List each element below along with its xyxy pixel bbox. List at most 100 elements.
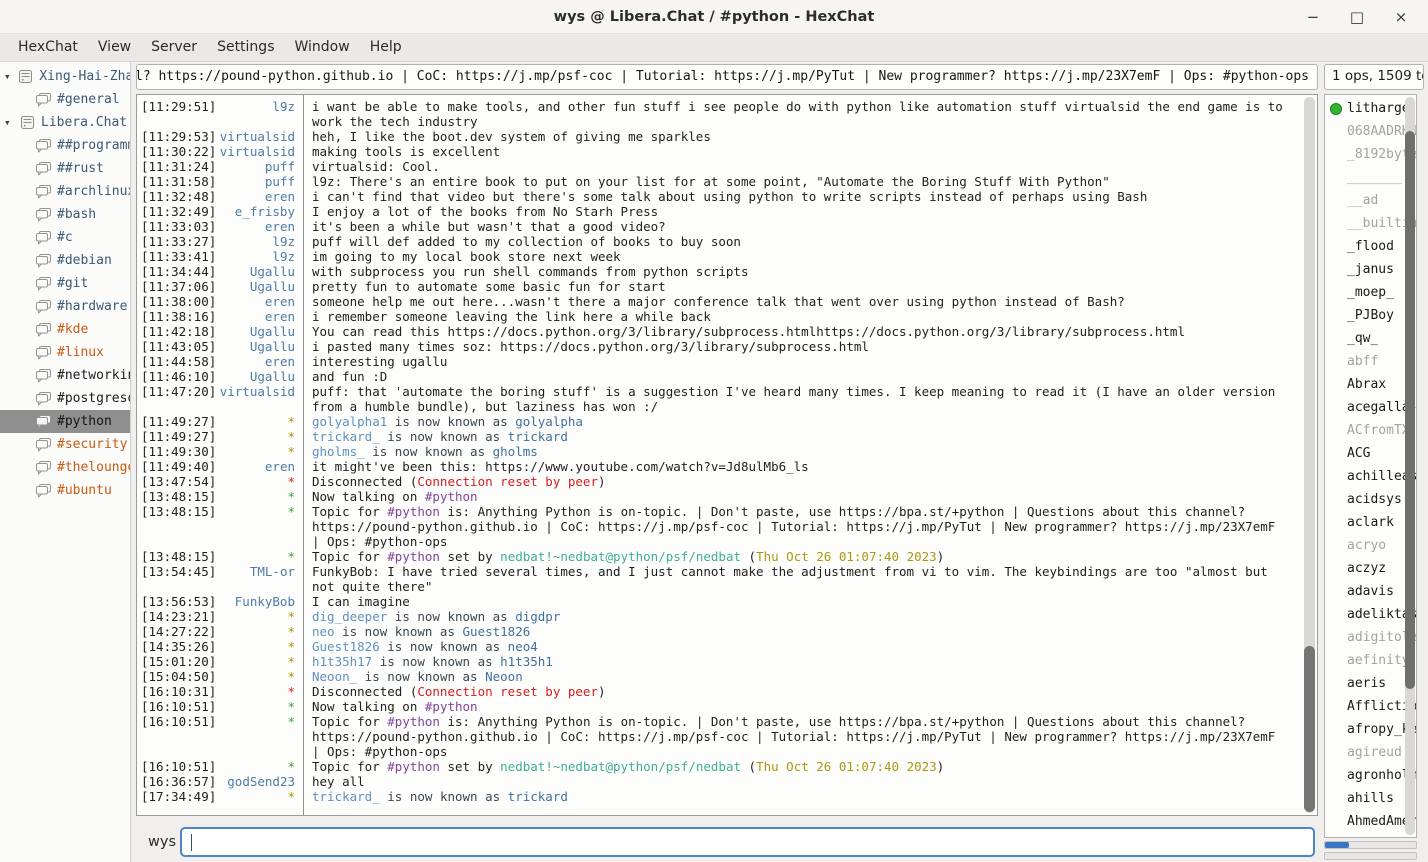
minimize-icon[interactable]: − — [1298, 8, 1328, 26]
tree-server-xing-hai-zhan[interactable]: ▾Xing-Hai-Zhan — [0, 65, 130, 88]
tree-channel--programming[interactable]: ##programming — [0, 134, 130, 157]
message-text: i want be able to make tools, and other … — [303, 99, 1299, 129]
user-list-item[interactable]: aeris — [1325, 672, 1416, 695]
tree-channel--thelounge[interactable]: #thelounge — [0, 456, 130, 479]
text-caret — [191, 834, 192, 851]
message-text: it's been a while but wasn't that a good… — [303, 219, 1299, 234]
tree-channel--python[interactable]: #python — [0, 410, 130, 433]
user-list-item[interactable]: adavis — [1325, 580, 1416, 603]
tree-channel--bash[interactable]: #bash — [0, 203, 130, 226]
close-icon[interactable]: × — [1386, 8, 1416, 26]
nickname: virtualsid — [219, 384, 303, 414]
user-list-item[interactable]: AhmedAmer — [1325, 810, 1416, 833]
timestamp: [11:37:06] — [141, 279, 219, 294]
chat-line: [11:32:48]ereni can't find that video bu… — [141, 189, 1299, 204]
user-list-item[interactable]: acidsys — [1325, 488, 1416, 511]
menu-window[interactable]: Window — [284, 34, 359, 61]
user-list-item[interactable]: litharge — [1325, 97, 1416, 120]
user-list-item[interactable]: Abrax — [1325, 373, 1416, 396]
tree-label: #archlinux — [57, 184, 130, 199]
user-list-item[interactable]: agronholm — [1325, 764, 1416, 787]
user-list-item[interactable]: _______ — [1325, 166, 1416, 189]
message-text: pretty fun to automate some basic fun fo… — [303, 279, 1299, 294]
message-text: l9z: There's an entire book to put on yo… — [303, 174, 1299, 189]
menu-settings[interactable]: Settings — [207, 34, 284, 61]
user-list-item[interactable]: adigitole — [1325, 626, 1416, 649]
tree-channel--kde[interactable]: #kde — [0, 318, 130, 341]
user-list-item[interactable]: agireud — [1325, 741, 1416, 764]
user-list-item[interactable]: _PJBoy — [1325, 304, 1416, 327]
message-text: Now talking on #python — [303, 489, 1299, 504]
tree-label: #kde — [57, 322, 88, 337]
nickname: TML-or — [219, 564, 303, 594]
expander-icon[interactable]: ▾ — [4, 116, 19, 129]
tree-label: #general — [57, 92, 120, 107]
user-list-item[interactable]: _janus — [1325, 258, 1416, 281]
menu-server[interactable]: Server — [141, 34, 207, 61]
maximize-icon[interactable]: □ — [1342, 8, 1372, 26]
chat-line: [11:38:16]ereni remember someone leaving… — [141, 309, 1299, 324]
chat-lines: [11:29:51]l9zi want be able to make tool… — [141, 99, 1299, 804]
user-list-item[interactable]: ACfromTX — [1325, 419, 1416, 442]
menu-help[interactable]: Help — [360, 34, 412, 61]
nickname: l9z — [219, 234, 303, 249]
user-list-item[interactable]: aczyz — [1325, 557, 1416, 580]
channel-icon — [35, 299, 52, 314]
user-list-item[interactable]: _8192byte — [1325, 143, 1416, 166]
chat-scrollbar-thumb[interactable] — [1304, 646, 1315, 812]
user-list-item[interactable]: afropy_ke — [1325, 718, 1416, 741]
timestamp: [11:32:48] — [141, 189, 219, 204]
user-list-item[interactable]: __ad — [1325, 189, 1416, 212]
tree-channel--archlinux[interactable]: #archlinux — [0, 180, 130, 203]
topic-bar[interactable]: about this channel? https://pound-python… — [136, 64, 1318, 90]
tree-channel--debian[interactable]: #debian — [0, 249, 130, 272]
nickname: eren — [219, 219, 303, 234]
chat-line: [11:43:05]Ugallui pasted many times soz:… — [141, 339, 1299, 354]
user-nick: aefinity — [1347, 653, 1410, 668]
tree-server-libera-chat[interactable]: ▾Libera.Chat — [0, 111, 130, 134]
expander-icon[interactable]: ▾ — [4, 70, 17, 83]
user-list-item[interactable]: aefinity — [1325, 649, 1416, 672]
tree-channel--networking[interactable]: #networking — [0, 364, 130, 387]
event-star: * — [219, 414, 303, 429]
tree-channel--postgresql[interactable]: #postgresql — [0, 387, 130, 410]
channel-icon — [35, 207, 52, 222]
user-list-item[interactable]: 068AADRKN — [1325, 120, 1416, 143]
user-list-item[interactable]: _flood — [1325, 235, 1416, 258]
user-list-item[interactable]: acegalla- — [1325, 396, 1416, 419]
timestamp: [11:32:49] — [141, 204, 219, 219]
timestamp: [11:34:44] — [141, 264, 219, 279]
tree-channel--c[interactable]: #c — [0, 226, 130, 249]
tree-channel--rust[interactable]: ##rust — [0, 157, 130, 180]
message-text: Topic for #python set by nedbat!~nedbat@… — [303, 549, 1299, 564]
timestamp: [17:34:49] — [141, 789, 219, 804]
user-list-item[interactable]: aclark — [1325, 511, 1416, 534]
chat-line: [11:33:41]l9zim going to my local book s… — [141, 249, 1299, 264]
user-list-item[interactable]: ACG — [1325, 442, 1416, 465]
server-channel-tree: ▾Xing-Hai-Zhan #general ▾Libera.Chat##prog… — [0, 62, 131, 862]
tree-channel--ubuntu[interactable]: #ubuntu — [0, 479, 130, 502]
message-input[interactable] — [180, 827, 1315, 857]
tree-channel--general[interactable]: #general — [0, 88, 130, 111]
user-list-item[interactable]: achilleas — [1325, 465, 1416, 488]
menu-view[interactable]: View — [88, 34, 141, 61]
userlist-scrollbar-thumb[interactable] — [1405, 131, 1415, 689]
user-list-item[interactable]: _qw_ — [1325, 327, 1416, 350]
timestamp: [14:35:26] — [141, 639, 219, 654]
user-list-item[interactable]: adeliktas — [1325, 603, 1416, 626]
user-list-item[interactable]: abff — [1325, 350, 1416, 373]
user-list-item[interactable]: Afflictio — [1325, 695, 1416, 718]
user-list-item[interactable]: __builtin — [1325, 212, 1416, 235]
timestamp: [11:31:24] — [141, 159, 219, 174]
op-status-icon — [1330, 103, 1342, 115]
tree-channel--git[interactable]: #git — [0, 272, 130, 295]
chat-line: [11:33:03]erenit's been a while but wasn… — [141, 219, 1299, 234]
user-list-item[interactable]: acryo — [1325, 534, 1416, 557]
tree-channel--hardware[interactable]: #hardware — [0, 295, 130, 318]
user-list-item[interactable]: ahills — [1325, 787, 1416, 810]
nickname: Ugallu — [219, 279, 303, 294]
user-list-item[interactable]: _moep_ — [1325, 281, 1416, 304]
menu-hexchat[interactable]: HexChat — [8, 34, 88, 61]
tree-channel--security[interactable]: #security — [0, 433, 130, 456]
tree-channel--linux[interactable]: #linux — [0, 341, 130, 364]
